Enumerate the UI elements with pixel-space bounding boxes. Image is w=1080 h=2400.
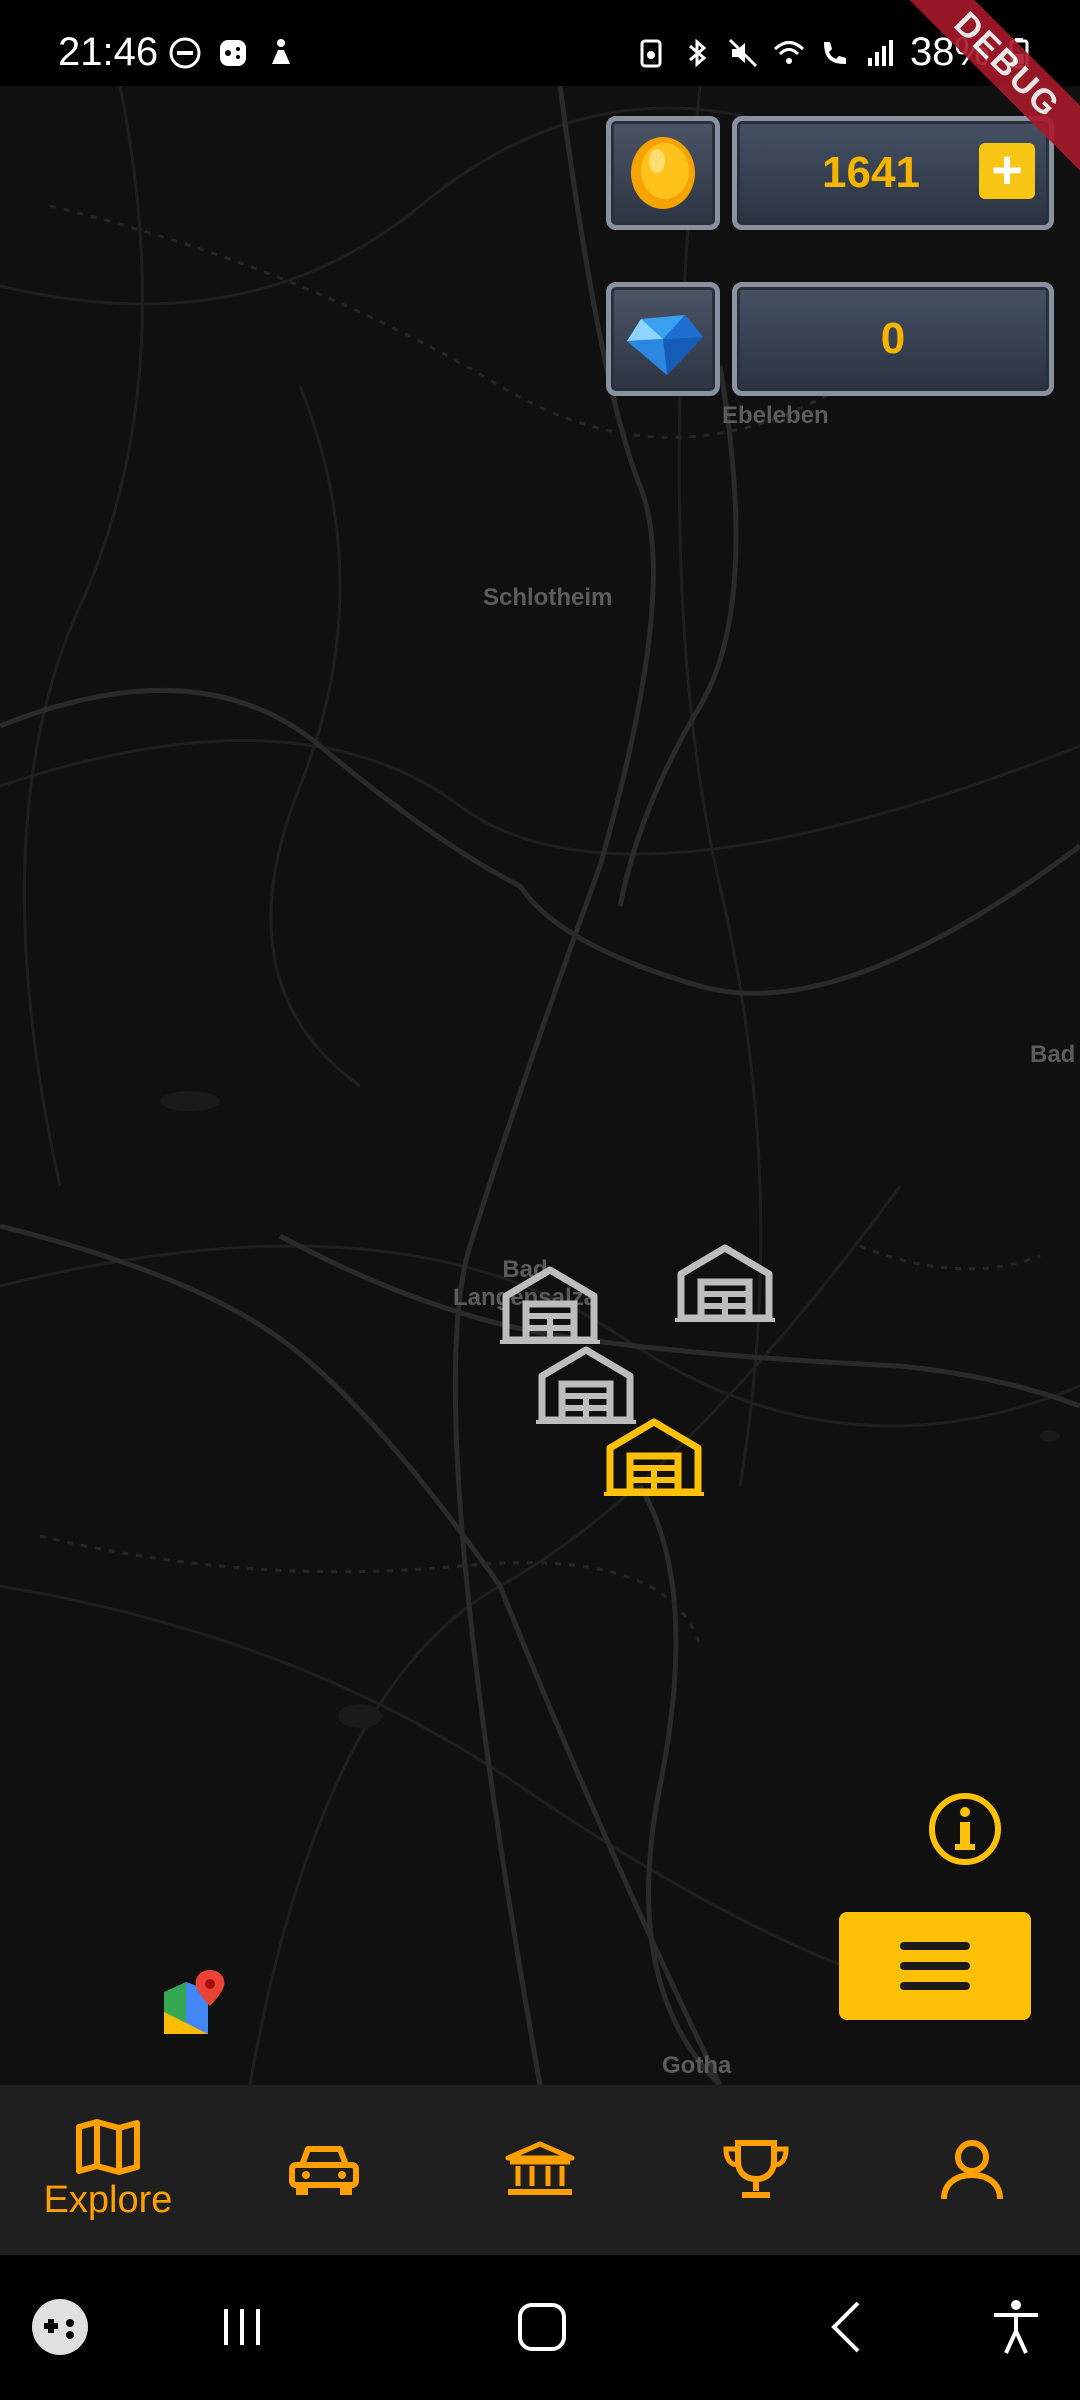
- bank-icon: [505, 2141, 575, 2195]
- menu-icon-line: [900, 1982, 970, 1990]
- menu-icon-line: [900, 1942, 970, 1950]
- menu-button[interactable]: [839, 1912, 1031, 2020]
- coin-balance: 1641: [822, 148, 920, 197]
- garage-marker[interactable]: [675, 1242, 775, 1322]
- google-maps-icon[interactable]: [160, 1968, 230, 2038]
- nav-item-leaderboard[interactable]: [648, 2085, 864, 2255]
- add-coins-button[interactable]: +: [979, 143, 1035, 199]
- status-left-icons: [168, 36, 298, 70]
- recent-apps-icon[interactable]: [210, 2295, 274, 2359]
- blue-diamond-icon: [627, 315, 703, 375]
- signal-icon: [867, 39, 893, 66]
- map-label-gotha: Gotha: [662, 2052, 732, 2079]
- home-icon[interactable]: [510, 2295, 574, 2359]
- trophy-icon: [723, 2140, 789, 2198]
- nav-item-profile[interactable]: [864, 2085, 1080, 2255]
- nav-item-bank[interactable]: [432, 2085, 648, 2255]
- nav-item-cars[interactable]: [216, 2085, 432, 2255]
- game-booster-icon[interactable]: [28, 2295, 92, 2359]
- mute-icon: [728, 38, 757, 67]
- profile-icon: [941, 2140, 1003, 2200]
- garage-marker-selected[interactable]: [604, 1416, 704, 1496]
- do-not-disturb-icon: [169, 37, 201, 69]
- system-nav-bar: [0, 2255, 1080, 2400]
- accessibility-icon[interactable]: [984, 2295, 1048, 2359]
- back-icon[interactable]: [816, 2295, 880, 2359]
- menu-icon-line: [900, 1962, 970, 1970]
- gem-icon-box: [606, 282, 720, 396]
- map-icon: [76, 2118, 140, 2175]
- status-time: 21:46: [58, 30, 159, 74]
- bottom-nav: Explore: [0, 2085, 1080, 2255]
- coin-balance-box[interactable]: 1641 +: [732, 116, 1054, 230]
- wifi-calling-icon: [823, 41, 846, 64]
- gold-coin-icon: [631, 137, 695, 209]
- gem-balance: 0: [880, 314, 906, 363]
- map-label-schlotheim: Schlotheim: [483, 584, 613, 611]
- garage-marker[interactable]: [500, 1264, 600, 1344]
- game-launcher-icon: [220, 40, 246, 66]
- wifi-icon: [773, 40, 804, 64]
- app-screen: 21:46 38% DEBUG Ebeleben Schlotheim Bad …: [0, 0, 1080, 2400]
- map-label-ebeleben: Ebeleben: [722, 402, 829, 429]
- map-label-bad: Bad: [1030, 1041, 1076, 1068]
- info-icon[interactable]: [926, 1790, 1004, 1868]
- status-bar: 21:46 38%: [0, 0, 1080, 86]
- car-icon: [289, 2146, 359, 2195]
- bluetooth-icon: [688, 38, 707, 67]
- garage-marker[interactable]: [536, 1344, 636, 1424]
- accessibility-status-icon: [272, 39, 290, 64]
- nav-item-explore[interactable]: Explore: [0, 2085, 216, 2255]
- data-saver-icon: [640, 39, 662, 67]
- coin-icon-box: [606, 116, 720, 230]
- nav-label-explore: Explore: [43, 2178, 173, 2221]
- gem-balance-box[interactable]: 0: [732, 282, 1054, 396]
